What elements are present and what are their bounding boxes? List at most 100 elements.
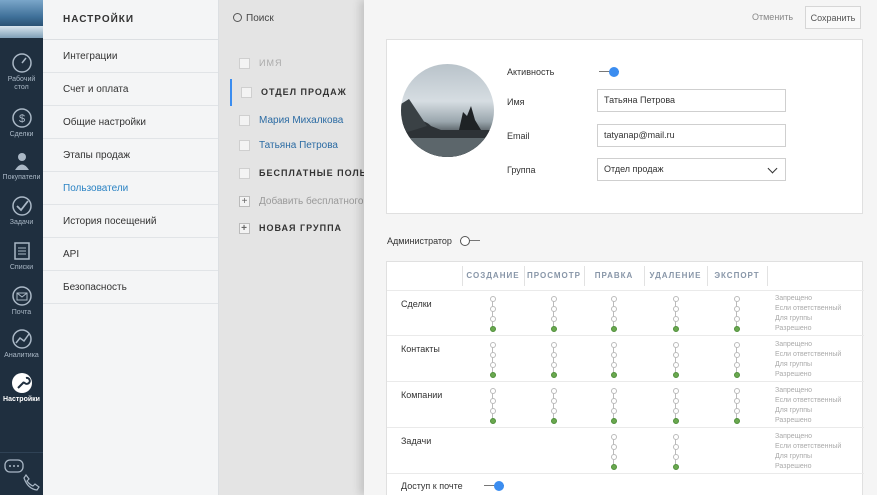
user-checkbox[interactable] <box>239 115 250 126</box>
permission-level-option[interactable] <box>490 408 496 414</box>
nav-item-analytics[interactable]: Аналитика <box>0 328 43 360</box>
settings-item-integrations[interactable]: Интеграции <box>43 40 218 73</box>
group-select[interactable]: Отдел продаж <box>597 158 786 181</box>
permission-level-option[interactable] <box>551 408 557 414</box>
permission-level-option[interactable] <box>734 418 740 424</box>
permission-level-option[interactable] <box>551 296 557 302</box>
permission-level-option[interactable] <box>490 398 496 404</box>
permission-level-option[interactable] <box>611 388 617 394</box>
permission-level-option[interactable] <box>611 362 617 368</box>
user-checkbox[interactable] <box>239 140 250 151</box>
permission-level-option[interactable] <box>734 306 740 312</box>
permission-selector[interactable] <box>672 342 680 378</box>
permission-level-option[interactable] <box>551 388 557 394</box>
permission-selector[interactable] <box>672 296 680 332</box>
permission-level-option[interactable] <box>551 342 557 348</box>
permission-selector[interactable] <box>733 296 741 332</box>
settings-item-stages[interactable]: Этапы продаж <box>43 139 218 172</box>
group-checkbox[interactable] <box>241 87 252 98</box>
permission-level-option[interactable] <box>611 408 617 414</box>
select-all-checkbox[interactable] <box>239 58 250 69</box>
permission-level-option[interactable] <box>551 372 557 378</box>
save-button[interactable]: Сохранить <box>805 6 861 29</box>
permission-level-option[interactable] <box>734 388 740 394</box>
permission-level-option[interactable] <box>551 306 557 312</box>
permission-level-option[interactable] <box>611 418 617 424</box>
permission-level-option[interactable] <box>734 362 740 368</box>
permission-selector[interactable] <box>610 342 618 378</box>
permission-level-option[interactable] <box>611 306 617 312</box>
permission-level-option[interactable] <box>490 388 496 394</box>
permission-level-option[interactable] <box>734 352 740 358</box>
permission-selector[interactable] <box>489 388 497 424</box>
permission-level-option[interactable] <box>490 352 496 358</box>
permission-level-option[interactable] <box>673 306 679 312</box>
permission-level-option[interactable] <box>673 352 679 358</box>
permission-level-option[interactable] <box>734 296 740 302</box>
permission-level-option[interactable] <box>611 316 617 322</box>
permission-level-option[interactable] <box>551 418 557 424</box>
permission-level-option[interactable] <box>611 352 617 358</box>
permission-selector[interactable] <box>672 434 680 470</box>
search-bar[interactable]: Поиск <box>219 0 364 37</box>
permission-level-option[interactable] <box>673 434 679 440</box>
nav-item-mail[interactable]: Почта <box>0 285 43 317</box>
permission-selector[interactable] <box>489 342 497 378</box>
permission-selector[interactable] <box>550 388 558 424</box>
permission-level-option[interactable] <box>734 342 740 348</box>
permission-level-option[interactable] <box>611 342 617 348</box>
permission-level-option[interactable] <box>611 372 617 378</box>
settings-item-api[interactable]: API <box>43 238 218 271</box>
permission-level-option[interactable] <box>551 398 557 404</box>
permission-level-option[interactable] <box>673 342 679 348</box>
permission-level-option[interactable] <box>551 352 557 358</box>
settings-item-users[interactable]: Пользователи <box>43 172 218 205</box>
user-name[interactable]: Мария Михалкова <box>259 115 343 126</box>
permission-level-option[interactable] <box>673 444 679 450</box>
nav-item-settings[interactable]: Настройки <box>0 372 43 404</box>
add-free-user-row[interactable]: + Добавить бесплатного п <box>230 188 364 215</box>
user-name[interactable]: Татьяна Петрова <box>259 140 338 151</box>
cancel-button[interactable]: Отменить <box>752 12 793 22</box>
permission-level-option[interactable] <box>673 316 679 322</box>
permission-level-option[interactable] <box>490 326 496 332</box>
chat-icon[interactable] <box>4 459 24 477</box>
nav-item-lists[interactable]: Списки <box>0 240 43 272</box>
activity-toggle[interactable] <box>599 67 619 77</box>
permission-level-option[interactable] <box>673 296 679 302</box>
search-input[interactable]: Поиск <box>246 13 274 24</box>
user-row[interactable]: Татьяна Петрова <box>230 132 364 159</box>
mail-access-toggle[interactable] <box>484 481 504 491</box>
permission-selector[interactable] <box>733 388 741 424</box>
permission-selector[interactable] <box>550 296 558 332</box>
permission-level-option[interactable] <box>673 326 679 332</box>
permission-selector[interactable] <box>489 296 497 332</box>
permission-level-option[interactable] <box>673 418 679 424</box>
email-input[interactable]: tatyanap@mail.ru <box>597 124 786 147</box>
group-row-free[interactable]: БЕСПЛАТНЫЕ ПОЛЬЗ <box>230 160 364 187</box>
add-free-user-label[interactable]: Добавить бесплатного п <box>259 196 364 207</box>
permission-selector[interactable] <box>550 342 558 378</box>
permission-level-option[interactable] <box>611 454 617 460</box>
settings-item-history[interactable]: История посещений <box>43 205 218 238</box>
permission-level-option[interactable] <box>551 326 557 332</box>
permission-level-option[interactable] <box>490 418 496 424</box>
permission-level-option[interactable] <box>611 398 617 404</box>
permission-level-option[interactable] <box>611 444 617 450</box>
group-row-sales[interactable]: ОТДЕЛ ПРОДАЖ <box>230 79 364 106</box>
permission-selector[interactable] <box>610 388 618 424</box>
permission-level-option[interactable] <box>734 316 740 322</box>
permission-level-option[interactable] <box>490 362 496 368</box>
new-group-row[interactable]: + НОВАЯ ГРУППА <box>230 215 364 242</box>
permission-level-option[interactable] <box>551 316 557 322</box>
permission-level-option[interactable] <box>673 454 679 460</box>
permission-level-option[interactable] <box>673 388 679 394</box>
permission-level-option[interactable] <box>611 464 617 470</box>
permission-level-option[interactable] <box>673 372 679 378</box>
nav-item-desk[interactable]: Рабочий стол <box>0 52 43 92</box>
settings-item-billing[interactable]: Счет и оплата <box>43 73 218 106</box>
new-group-label[interactable]: НОВАЯ ГРУППА <box>259 223 342 233</box>
permission-level-option[interactable] <box>673 398 679 404</box>
permission-level-option[interactable] <box>490 316 496 322</box>
permission-level-option[interactable] <box>734 372 740 378</box>
